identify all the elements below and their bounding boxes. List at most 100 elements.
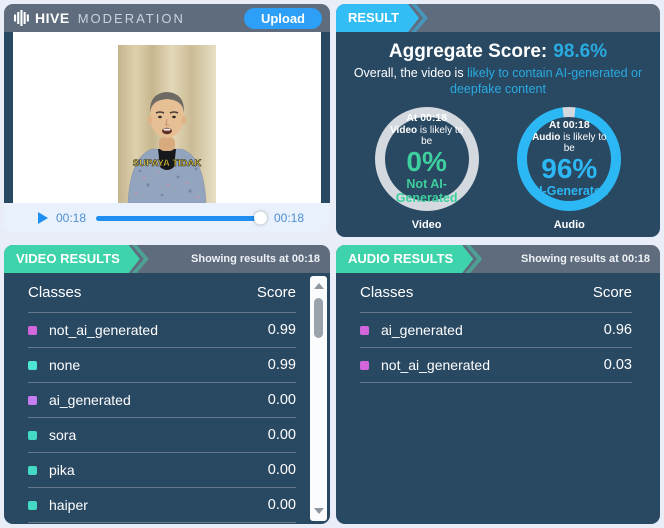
video-results-table: Classes Score not_ai_generated 0.99 none…: [4, 273, 330, 523]
audio-gauge-ring: At 00:18 Audio is likely to be 96% AI-Ge…: [517, 107, 621, 211]
class-score: 0.99: [268, 322, 296, 338]
video-caption-text: SUPAYA TIDAK: [133, 158, 202, 169]
class-label: haiper: [49, 497, 268, 513]
player-controls: 00:18 00:18: [4, 203, 330, 232]
table-row: not_ai_generated 0.03: [360, 348, 632, 383]
hive-moderation-logo: HIVE MODERATION: [14, 10, 185, 26]
gauge-label: Video: [412, 219, 442, 231]
class-bullet-icon: [360, 361, 369, 370]
video-gauge-ring: At 00:18 Video is likely to be 0% Not AI…: [375, 107, 479, 211]
video-results-header: VIDEO RESULTS Showing results at 00:18: [4, 245, 330, 273]
class-score: 0.00: [268, 427, 296, 443]
progress-knob[interactable]: [254, 212, 267, 225]
aggregate-score: Aggregate Score: 98.6%: [336, 41, 660, 63]
summary-highlight: likely to contain AI-generated or deepfa…: [450, 66, 646, 96]
showing-results-label: Showing results at 00:18: [521, 253, 660, 265]
player-header: HIVE MODERATION Upload: [4, 4, 330, 32]
gauge-timestamp: At 00:18: [406, 112, 447, 124]
audio-results-header: AUDIO RESULTS Showing results at 00:18: [336, 245, 660, 273]
video-results-body: Classes Score not_ai_generated 0.99 none…: [4, 273, 330, 524]
brand-name: HIVE: [35, 10, 70, 26]
upload-button[interactable]: Upload: [244, 8, 322, 29]
gauge-likely-text: Video is likely to be: [385, 125, 469, 147]
result-body: Aggregate Score: 98.6% Overall, the video…: [336, 32, 660, 237]
class-label: ai_generated: [381, 322, 604, 338]
video-gauge-inner: At 00:18 Video is likely to be 0% Not AI…: [385, 117, 469, 201]
gauge-status: Not AI-Generated: [385, 177, 469, 205]
audio-gauge: At 00:18 Audio is likely to be 96% AI-Ge…: [517, 107, 621, 231]
class-bullet-icon: [28, 396, 37, 405]
gauge-percent: 96%: [541, 154, 597, 185]
result-panel: RESULT Aggregate Score: 98.6% Overall, th…: [336, 4, 660, 237]
class-label: ai_generated: [49, 392, 268, 408]
audio-results-panel: AUDIO RESULTS Showing results at 00:18 C…: [336, 245, 660, 524]
class-score: 0.99: [268, 357, 296, 373]
gauges-row: At 00:18 Video is likely to be 0% Not AI…: [336, 107, 660, 231]
gauge-label: Audio: [554, 219, 585, 231]
video-frame: SUPAYA TIDAK: [118, 45, 216, 203]
gauge-percent: 0%: [406, 147, 446, 178]
aggregate-score-value: 98.6%: [553, 41, 607, 62]
class-label: none: [49, 357, 268, 373]
result-summary: Overall, the video is likely to contain …: [347, 65, 649, 98]
gauge-likely-text: Audio is likely to be: [527, 132, 611, 154]
class-label: pika: [49, 462, 268, 478]
class-score: 0.00: [268, 462, 296, 478]
class-bullet-icon: [28, 501, 37, 510]
player-stage: SUPAYA TIDAK: [4, 32, 330, 203]
scroll-down-icon[interactable]: [314, 508, 324, 514]
showing-results-label: Showing results at 00:18: [191, 253, 330, 265]
video-player-panel: HIVE MODERATION Upload: [4, 4, 330, 232]
class-score: 0.00: [268, 392, 296, 408]
gauge-timestamp: At 00:18: [549, 119, 590, 131]
table-header-row: Classes Score: [28, 273, 296, 313]
class-score: 0.03: [604, 357, 632, 373]
video-gauge: At 00:18 Video is likely to be 0% Not AI…: [375, 107, 479, 231]
class-bullet-icon: [360, 326, 369, 335]
table-row: sora 0.00: [28, 418, 296, 453]
table-row: ai_generated 0.96: [360, 313, 632, 348]
class-bullet-icon: [28, 466, 37, 475]
audio-results-body: Classes Score ai_generated 0.96 not_ai_g…: [336, 273, 660, 524]
table-row: pika 0.00: [28, 453, 296, 488]
class-bullet-icon: [28, 326, 37, 335]
score-column-header: Score: [593, 284, 632, 301]
video-results-rows: not_ai_generated 0.99 none 0.99 ai_gener…: [28, 313, 296, 523]
result-header: RESULT: [336, 4, 660, 32]
scroll-up-icon[interactable]: [314, 283, 324, 289]
audio-results-tag: AUDIO RESULTS: [336, 245, 473, 273]
class-bullet-icon: [28, 361, 37, 370]
brand-suffix: MODERATION: [78, 11, 185, 26]
table-row: not_ai_generated 0.99: [28, 313, 296, 348]
gauge-status: AI-Generated: [530, 184, 609, 198]
video-results-tag: VIDEO RESULTS: [4, 245, 140, 273]
table-header-row: Classes Score: [360, 273, 632, 313]
classes-column-header: Classes: [360, 284, 413, 301]
audio-results-rows: ai_generated 0.96 not_ai_generated 0.03: [360, 313, 632, 383]
play-icon[interactable]: [38, 212, 48, 224]
table-row: none 0.99: [28, 348, 296, 383]
class-label: not_ai_generated: [49, 322, 268, 338]
score-column-header: Score: [257, 284, 296, 301]
video-results-panel: VIDEO RESULTS Showing results at 00:18 C…: [4, 245, 330, 524]
class-bullet-icon: [28, 431, 37, 440]
audio-results-table: Classes Score ai_generated 0.96 not_ai_g…: [336, 273, 660, 383]
video-viewport[interactable]: SUPAYA TIDAK: [13, 32, 321, 203]
progress-bar[interactable]: [96, 216, 264, 221]
hive-bars-icon: [14, 10, 29, 26]
summary-prefix: Overall, the video is: [354, 66, 467, 80]
table-row: ai_generated 0.00: [28, 383, 296, 418]
class-score: 0.00: [268, 497, 296, 513]
scrollbar[interactable]: [310, 276, 327, 521]
current-time: 00:18: [56, 211, 86, 225]
aggregate-score-label: Aggregate Score:: [389, 41, 547, 62]
table-row: haiper 0.00: [28, 488, 296, 523]
scrollbar-thumb[interactable]: [314, 298, 323, 338]
class-label: not_ai_generated: [381, 357, 604, 373]
classes-column-header: Classes: [28, 284, 81, 301]
audio-gauge-inner: At 00:18 Audio is likely to be 96% AI-Ge…: [527, 117, 611, 201]
class-score: 0.96: [604, 322, 632, 338]
class-label: sora: [49, 427, 268, 443]
total-time: 00:18: [274, 211, 304, 225]
result-tag: RESULT: [336, 4, 419, 32]
